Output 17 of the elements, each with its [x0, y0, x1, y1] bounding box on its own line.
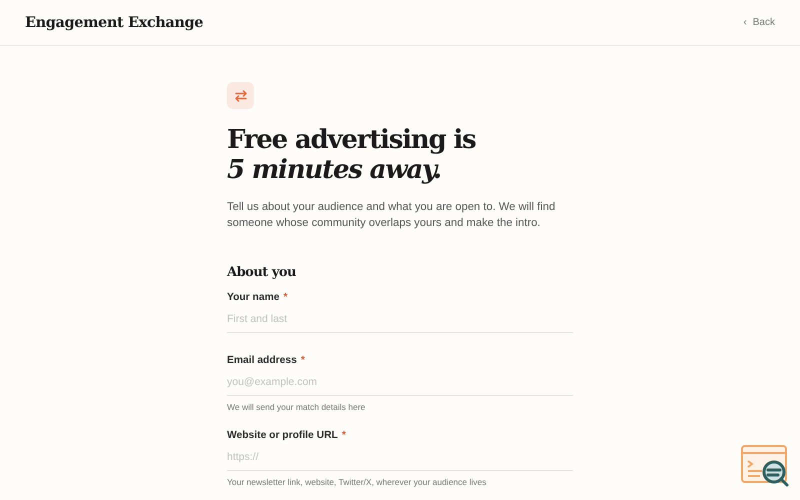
intro-text: Tell us about your audience and what you are open to. We will find someone whose community overlaps yours and make the intro.: [227, 200, 556, 231]
field-label: Email address: [227, 355, 297, 366]
input-field[interactable]: https://: [227, 441, 573, 471]
input-field[interactable]: you@example.com: [227, 366, 573, 396]
back-link[interactable]: ‹ Back: [743, 17, 775, 28]
required-mark: *: [300, 355, 305, 366]
brand-name: Engagement Exchange: [25, 14, 204, 31]
required-mark: *: [283, 292, 288, 303]
swap-icon: [227, 82, 254, 109]
field-hint: We will send your match details here: [227, 402, 366, 412]
headline: Free advertising is 5 minutes away.: [227, 125, 476, 185]
section-title: About you: [227, 265, 298, 280]
field-hint: Your newsletter link, website, Twitter/X, wherever your audience lives: [227, 477, 488, 487]
field-label: Your name: [227, 292, 280, 303]
field-label: Website or profile URL: [227, 430, 338, 441]
required-mark: *: [342, 430, 346, 441]
input-field[interactable]: First and last: [227, 303, 573, 333]
